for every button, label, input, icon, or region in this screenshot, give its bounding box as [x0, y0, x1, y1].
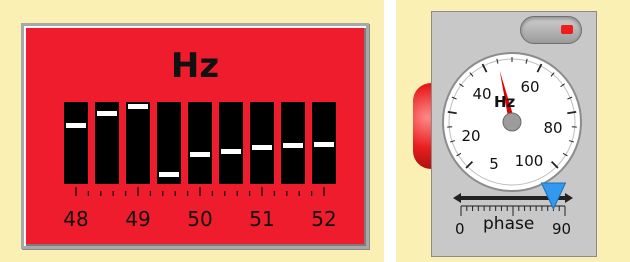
- gauge-dial-label: 5: [489, 155, 499, 173]
- gauge-dial-label: 100: [514, 152, 544, 170]
- gauge-dial-label: 40: [472, 85, 492, 103]
- phase-min-label: 0: [455, 220, 465, 238]
- phase-slider-label: phase: [483, 214, 535, 234]
- slider-left-arrow-icon[interactable]: [453, 193, 461, 203]
- gauge-dial-label: 60: [520, 78, 540, 96]
- phase-max-label: 90: [552, 220, 572, 238]
- gauge-dial-label: 80: [543, 119, 563, 137]
- gauge-dial-label: 20: [461, 127, 481, 145]
- slider-right-arrow-icon[interactable]: [565, 193, 573, 203]
- gauge-hub: [502, 112, 522, 132]
